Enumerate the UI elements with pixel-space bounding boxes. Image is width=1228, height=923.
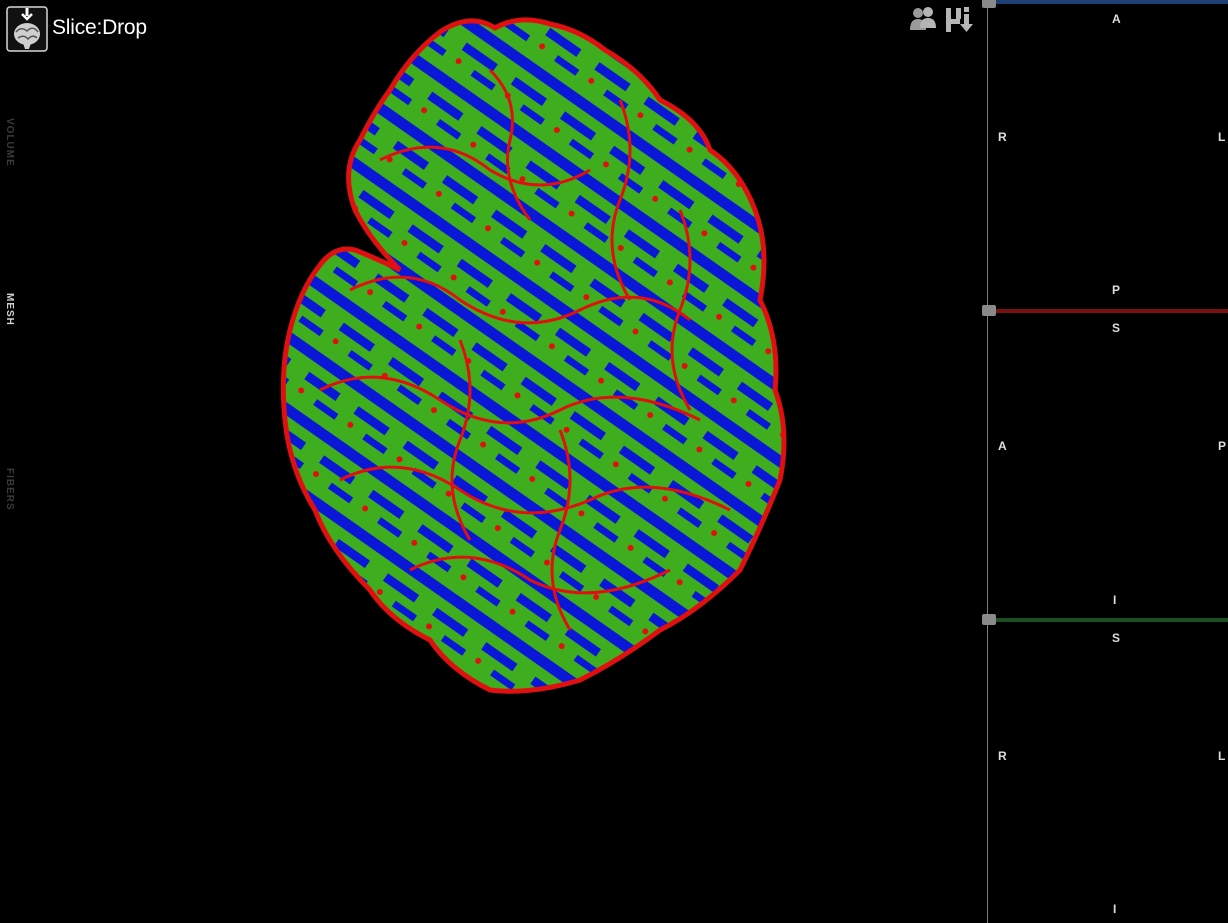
orientation-label-left: R: [998, 749, 1007, 763]
axial-color-bar: [988, 0, 1228, 4]
axial-resize-handle[interactable]: [982, 0, 996, 8]
coronal-resize-handle[interactable]: [982, 614, 996, 625]
save-download-icon[interactable]: [944, 5, 974, 35]
orientation-label-right: L: [1218, 130, 1226, 144]
tab-mesh[interactable]: MESH: [4, 293, 15, 326]
orientation-label-bottom: I: [1113, 902, 1117, 916]
orientation-label-left: A: [998, 439, 1007, 453]
share-users-icon[interactable]: [909, 6, 937, 32]
orientation-label-top: S: [1112, 631, 1121, 645]
mesh-viewport[interactable]: [260, 10, 800, 700]
sagittal-color-bar: [988, 309, 1228, 313]
orientation-label-bottom: I: [1113, 593, 1117, 607]
axial-slice-panel[interactable]: A R L P: [982, 0, 1228, 307]
coronal-color-bar: [988, 618, 1228, 622]
app-title: Slice:Drop: [52, 16, 147, 39]
cortex-mesh-shape: [280, 17, 787, 694]
tab-volume[interactable]: VOLUME: [4, 118, 15, 167]
orientation-label-top: S: [1112, 321, 1121, 335]
orientation-label-right: P: [1218, 439, 1227, 453]
orientation-label-right: L: [1218, 749, 1226, 763]
sagittal-slice-panel[interactable]: S A P I: [982, 305, 1228, 617]
orientation-label-top: A: [1112, 12, 1121, 26]
coronal-slice-panel[interactable]: S R L I: [982, 614, 1228, 923]
sagittal-resize-handle[interactable]: [982, 305, 996, 316]
brain-logo-icon: [6, 6, 48, 52]
orientation-label-left: R: [998, 130, 1007, 144]
orientation-label-bottom: P: [1112, 283, 1121, 297]
tab-fibers[interactable]: FIBERS: [4, 468, 15, 511]
